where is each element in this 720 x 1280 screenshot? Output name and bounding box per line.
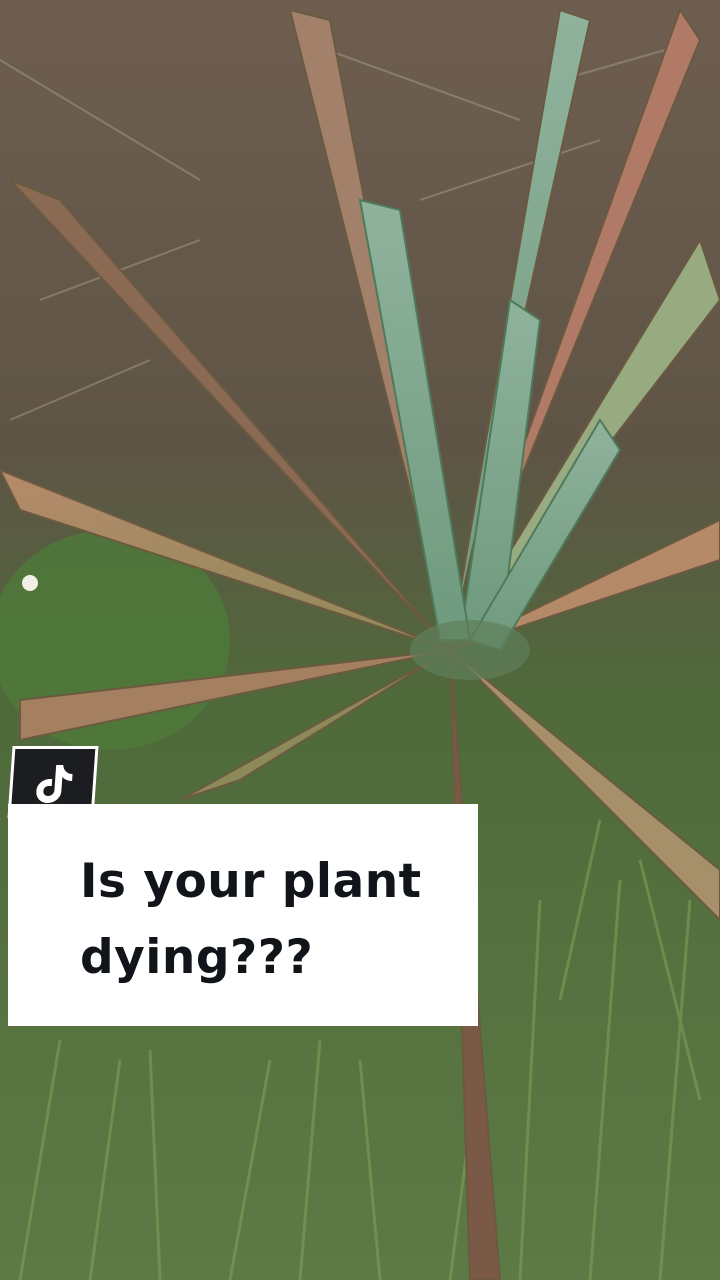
caption-card: Is your plant dying??? [8,804,478,1026]
caption-text: Is your plant dying??? [80,844,460,996]
caption-line-1: Is your plant [80,854,422,909]
aloe-plant-photo [0,0,720,1280]
caption-line-2: dying??? [80,930,314,985]
tiktok-logo-icon [36,765,73,803]
